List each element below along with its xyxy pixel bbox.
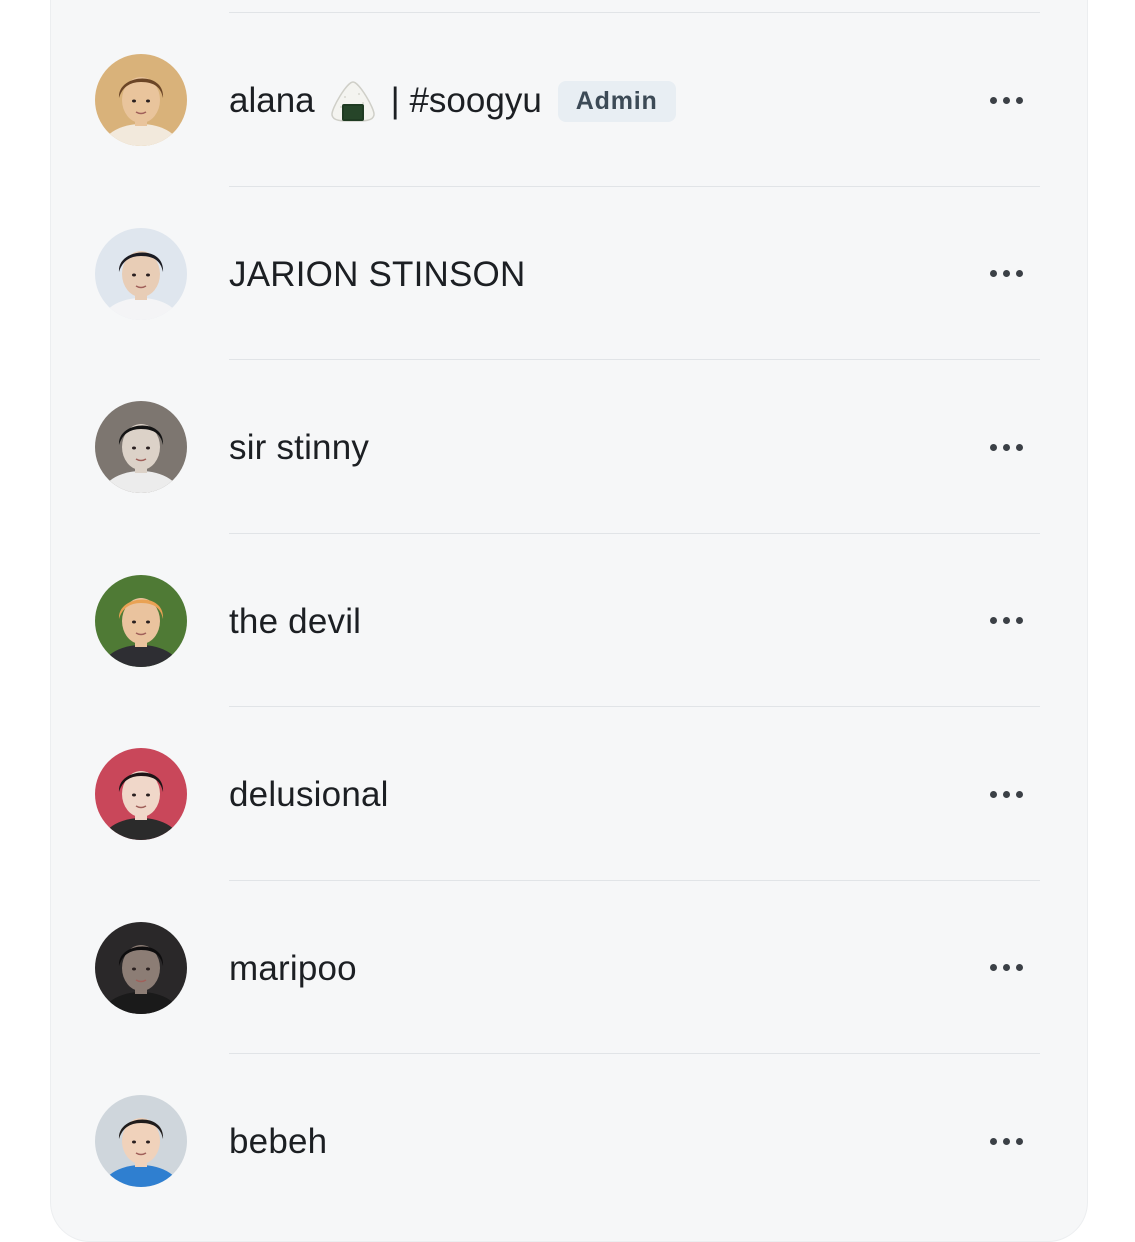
ellipsis-horizontal-icon [989, 96, 1023, 104]
member-name-group: maripoo [229, 945, 357, 993]
avatar[interactable] [95, 574, 187, 667]
member-name: the devil [229, 601, 362, 641]
avatar[interactable] [95, 54, 187, 146]
avatar[interactable] [95, 227, 187, 320]
rice-ball-emoji-icon [329, 79, 377, 123]
ellipsis-horizontal-icon [989, 270, 1023, 277]
member-name: maripoo [229, 948, 357, 988]
member-row[interactable]: bebeh [0, 1054, 1135, 1228]
more-options-button[interactable] [978, 85, 1034, 115]
member-row[interactable]: the devil [0, 534, 1135, 707]
member-name-suffix: | #soogyu [390, 81, 542, 120]
avatar[interactable] [95, 748, 187, 840]
member-name-group: alana | #soogyu Admin [229, 77, 676, 125]
more-options-button[interactable] [978, 259, 1034, 289]
avatar[interactable] [95, 1095, 187, 1187]
member-name: JARION STINSON [229, 254, 526, 294]
member-name-group: delusional [229, 771, 389, 819]
ellipsis-horizontal-icon [989, 1137, 1023, 1145]
more-options-button[interactable] [978, 606, 1034, 636]
more-options-button[interactable] [978, 953, 1034, 983]
more-options-button[interactable] [978, 779, 1034, 809]
member-name-group: the devil [229, 598, 361, 646]
ellipsis-horizontal-icon [989, 617, 1023, 624]
member-row[interactable]: sir stinny [0, 360, 1135, 534]
member-name: delusional [229, 775, 389, 814]
member-row[interactable]: delusional [0, 707, 1135, 881]
avatar[interactable] [95, 401, 187, 493]
ellipsis-horizontal-icon [989, 790, 1023, 798]
more-options-button[interactable] [978, 432, 1034, 462]
ellipsis-horizontal-icon [989, 964, 1023, 971]
member-name: alana [229, 81, 315, 120]
member-row[interactable]: alana | #soogyu Admin [0, 13, 1135, 187]
admin-badge: Admin [557, 80, 676, 122]
avatar[interactable] [95, 921, 187, 1014]
member-name: sir stinny [229, 428, 370, 467]
member-name-group: JARION STINSON [229, 251, 525, 299]
member-row[interactable]: maripoo [0, 881, 1135, 1054]
member-name-group: sir stinny [229, 424, 369, 472]
member-name-group: bebeh [229, 1118, 327, 1166]
ellipsis-horizontal-icon [989, 443, 1023, 451]
member-name: bebeh [229, 1122, 328, 1161]
more-options-button[interactable] [978, 1126, 1034, 1156]
member-list: alana | #soogyu Admin JARION STINSON sir… [0, 13, 1135, 1228]
member-row[interactable]: JARION STINSON [0, 187, 1135, 360]
